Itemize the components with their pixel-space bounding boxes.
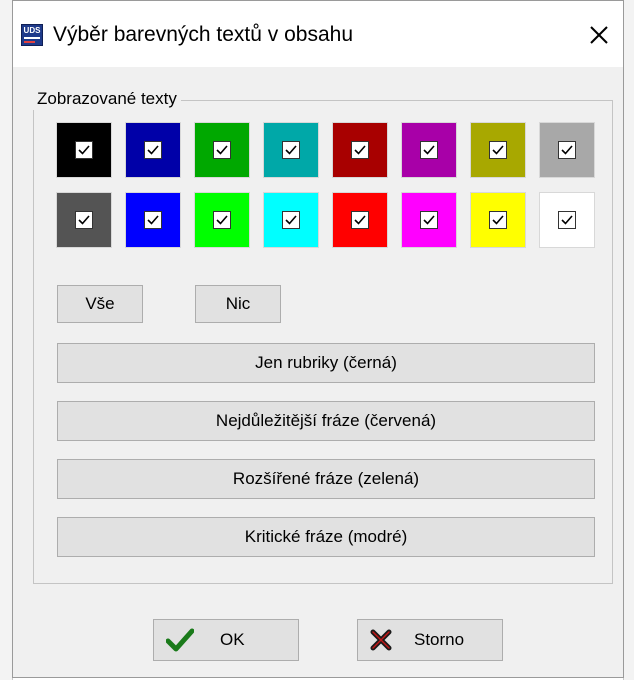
color-swatch-row1-1[interactable] [56,122,112,178]
color-swatch-row1-3[interactable] [194,122,250,178]
background-window-edge-right [623,0,634,680]
select-all-button[interactable]: Vše [57,285,143,323]
select-none-button[interactable]: Nic [195,285,281,323]
checkbox-icon[interactable] [213,211,231,229]
group-label: Zobrazované texty [33,88,181,110]
color-swatch-row2-4[interactable] [263,192,319,248]
ok-button[interactable]: OK [153,619,299,661]
color-swatch-row2-8[interactable] [539,192,595,248]
close-icon[interactable] [585,21,613,49]
only-headings-button[interactable]: Jen rubriky (černá) [57,343,595,383]
title-bar[interactable]: UDS Výběr barevných textů v obsahu [13,1,623,67]
checkbox-icon[interactable] [351,141,369,159]
checkbox-icon[interactable] [282,211,300,229]
cancel-button-label: Storno [414,630,465,649]
window-title: Výběr barevných textů v obsahu [53,23,354,46]
critical-phrases-button[interactable]: Kritické fráze (modré) [57,517,595,557]
ok-button-label: OK [220,630,245,649]
color-swatch-row1-2[interactable] [125,122,181,178]
checkbox-icon[interactable] [420,141,438,159]
checkbox-icon[interactable] [75,141,93,159]
checkbox-icon[interactable] [489,141,507,159]
checkbox-icon[interactable] [144,211,162,229]
displayed-texts-group [33,100,613,584]
color-swatch-row1-7[interactable] [470,122,526,178]
color-swatch-row2-7[interactable] [470,192,526,248]
checkbox-icon[interactable] [75,211,93,229]
color-swatch-row2-3[interactable] [194,192,250,248]
color-swatch-row2-2[interactable] [125,192,181,248]
app-logo-icon: UDS [21,24,43,46]
color-swatch-row2-1[interactable] [56,192,112,248]
color-swatch-row2-6[interactable] [401,192,457,248]
checkbox-icon[interactable] [351,211,369,229]
checkbox-icon[interactable] [144,141,162,159]
dialog-window: UDS Výběr barevných textů v obsahu Zobra… [12,0,624,678]
color-swatch-row1-6[interactable] [401,122,457,178]
color-swatch-row1-8[interactable] [539,122,595,178]
color-swatch-row1-5[interactable] [332,122,388,178]
color-swatch-row1-4[interactable] [263,122,319,178]
cancel-button[interactable]: Storno [357,619,503,661]
checkbox-icon[interactable] [558,141,576,159]
checkbox-icon[interactable] [420,211,438,229]
checkbox-icon[interactable] [558,211,576,229]
checkbox-icon[interactable] [489,211,507,229]
checkbox-icon[interactable] [282,141,300,159]
checkbox-icon[interactable] [213,141,231,159]
checkmark-icon [154,619,206,661]
x-mark-icon [358,619,404,661]
color-swatch-row2-5[interactable] [332,192,388,248]
most-important-phrases-button[interactable]: Nejdůležitější fráze (červená) [57,401,595,441]
extended-phrases-button[interactable]: Rozšířené fráze (zelená) [57,459,595,499]
